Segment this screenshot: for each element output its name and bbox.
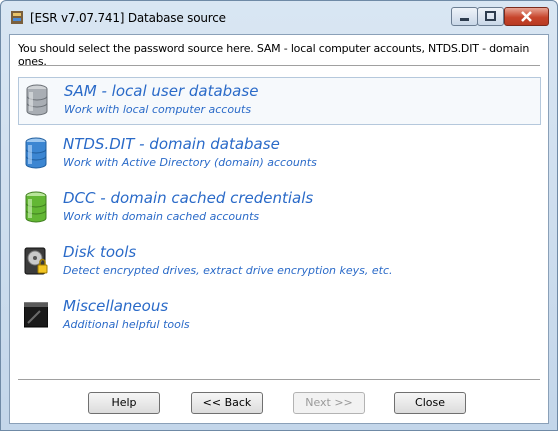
database-green-icon [25,191,47,223]
option-title: Disk tools [63,243,137,261]
option-subtitle: Detect encrypted drives, extract drive e… [63,264,393,277]
option-subtitle: Work with Active Directory (domain) acco… [63,156,317,169]
minimize-button[interactable] [451,7,478,26]
option-ntds[interactable]: NTDS.DIT - domain database Work with Act… [18,131,541,179]
dialog-window: [ESR v7.07.741] Database source You shou… [0,0,558,431]
option-subtitle: Additional helpful tools [63,318,190,331]
dialog-content: You should select the password source he… [9,34,549,424]
maximize-icon [485,11,496,21]
minimize-icon [460,18,469,21]
option-disk-tools[interactable]: Disk tools Detect encrypted drives, extr… [18,239,541,287]
app-icon [11,11,23,24]
title-bar[interactable]: [ESR v7.07.741] Database source [1,1,557,34]
close-icon [521,11,532,22]
option-title: SAM - local user database [64,82,259,100]
maximize-button[interactable] [477,7,504,26]
back-button[interactable]: << Back [191,392,263,414]
close-window-button[interactable] [504,7,549,26]
option-subtitle: Work with domain cached accounts [63,210,260,223]
disk-lock-icon [24,247,48,275]
help-button[interactable]: Help [88,392,160,414]
option-miscellaneous[interactable]: Miscellaneous Additional helpful tools [18,293,541,341]
database-blue-icon [25,137,47,169]
option-title: Miscellaneous [63,297,169,315]
next-button[interactable]: Next >> [293,392,365,414]
option-title: DCC - domain cached credentials [63,189,314,207]
close-button[interactable]: Close [394,392,466,414]
window-title: [ESR v7.07.741] Database source [30,11,226,25]
option-subtitle: Work with local computer accouts [64,103,252,116]
database-gray-icon [26,84,48,116]
terminal-icon [24,302,48,328]
option-sam[interactable]: SAM - local user database Work with loca… [18,77,541,125]
top-divider [18,65,540,67]
option-title: NTDS.DIT - domain database [63,135,280,153]
bottom-divider [18,379,540,381]
option-dcc[interactable]: DCC - domain cached credentials Work wit… [18,185,541,233]
